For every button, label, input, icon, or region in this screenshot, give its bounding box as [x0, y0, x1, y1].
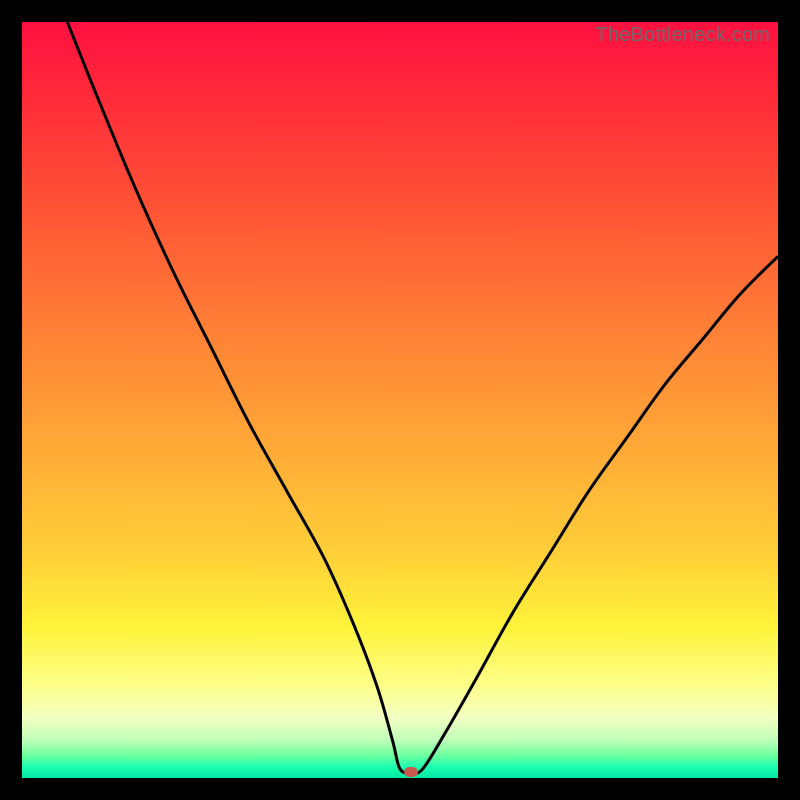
bottleneck-curve [22, 22, 778, 778]
plot-area: TheBottleneck.com [22, 22, 778, 778]
minimum-marker [404, 767, 418, 777]
chart-frame: TheBottleneck.com [0, 0, 800, 800]
